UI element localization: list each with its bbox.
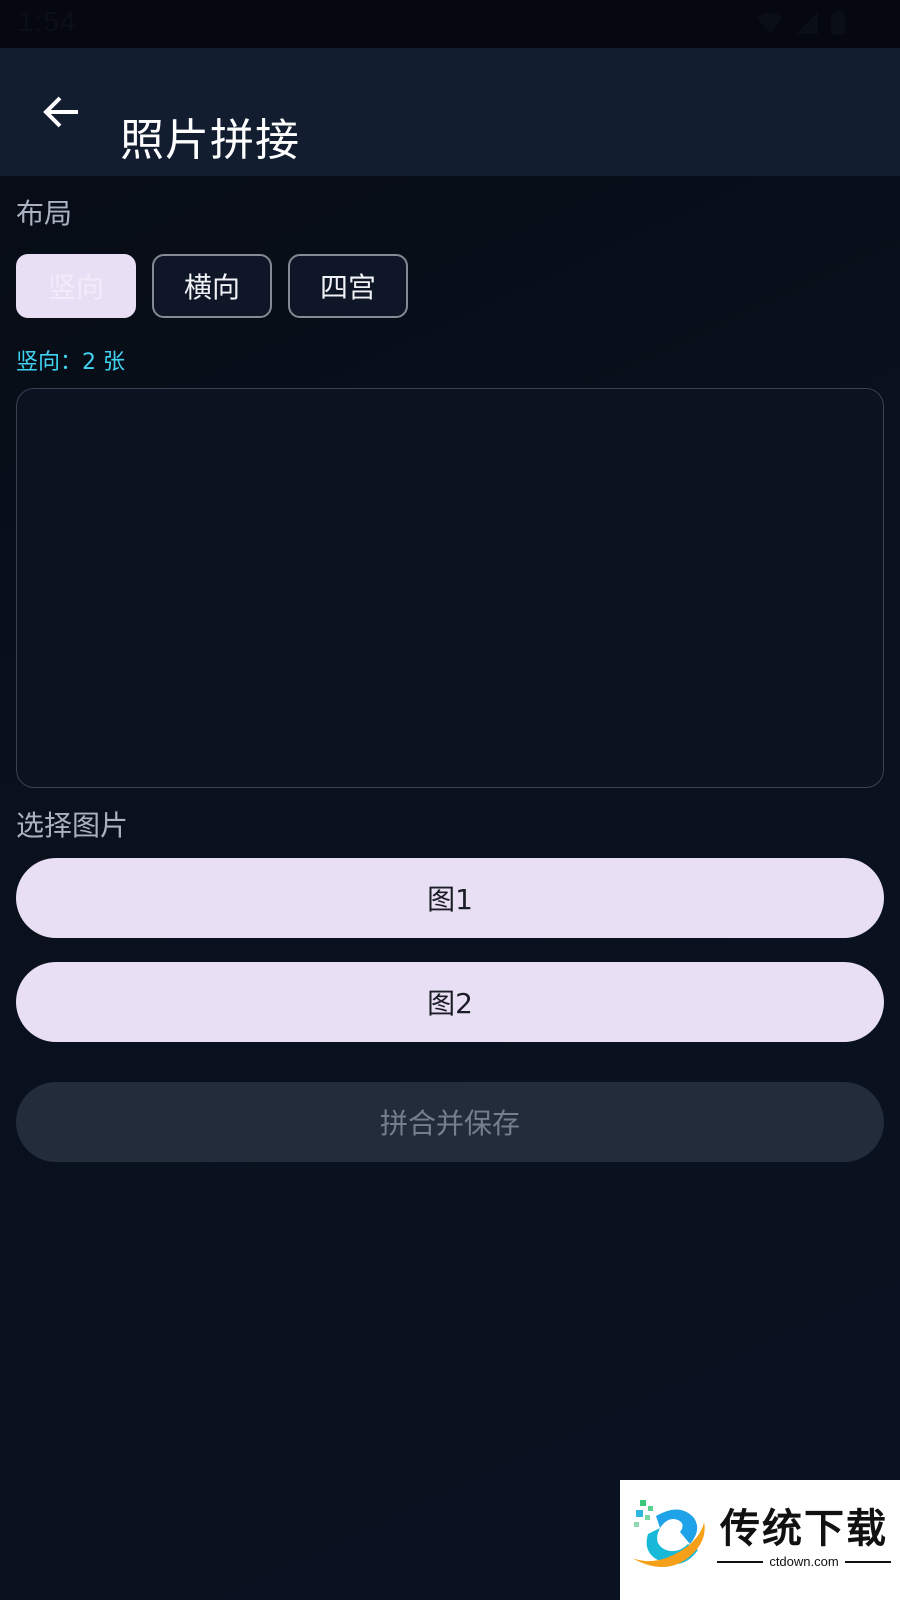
collage-preview xyxy=(16,388,884,788)
watermark-divider-left xyxy=(717,1560,764,1563)
watermark-title: 传统下载 xyxy=(720,1506,888,1552)
status-time: 1:54 xyxy=(18,6,77,37)
status-icons xyxy=(756,10,846,36)
watermark-text: 传统下载 ctdown.com xyxy=(712,1506,896,1569)
status-bar: 1:54 xyxy=(0,0,900,48)
layout-count-text: 竖向：2 张 xyxy=(16,350,125,375)
signal-icon xyxy=(796,12,818,34)
merge-save-button[interactable]: 拼合并保存 xyxy=(16,1082,884,1162)
battery-icon xyxy=(831,10,845,35)
watermark-url-row: ctdown.com xyxy=(712,1554,896,1569)
ctdown-logo-icon xyxy=(632,1500,705,1567)
back-button[interactable] xyxy=(22,72,102,152)
layout-section-label: 布局 xyxy=(16,197,73,230)
pick-image-1-button[interactable]: 图1 xyxy=(16,858,884,938)
watermark: 传统下载 ctdown.com xyxy=(620,1480,900,1600)
arrow-left-icon xyxy=(43,96,78,128)
app-bar: 照片拼接 xyxy=(0,48,900,176)
wifi-icon xyxy=(757,12,783,34)
layout-option-horizontal[interactable]: 横向 xyxy=(152,254,272,318)
layout-options: 竖向 横向 四宫 xyxy=(16,254,408,318)
watermark-divider-right xyxy=(844,1560,891,1563)
watermark-url: ctdown.com xyxy=(769,1554,839,1569)
select-images-label: 选择图片 xyxy=(16,809,129,842)
page-title: 照片拼接 xyxy=(120,115,300,167)
pick-image-2-button[interactable]: 图2 xyxy=(16,962,884,1042)
layout-option-grid[interactable]: 四宫 xyxy=(288,254,408,318)
layout-option-vertical[interactable]: 竖向 xyxy=(16,254,136,318)
